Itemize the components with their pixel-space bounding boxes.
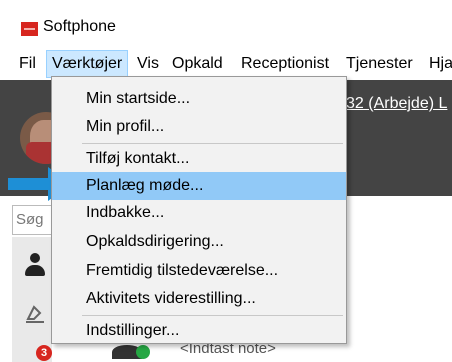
menu-vis[interactable]: Vis bbox=[132, 50, 164, 78]
menu-item-planlaeg-moede[interactable]: Planlæg møde... bbox=[52, 172, 346, 200]
menu-tjenester[interactable]: Tjenester bbox=[341, 50, 418, 78]
menu-separator bbox=[82, 315, 343, 316]
softphone-window: Softphone Fil Værktøjer Vis Opkald Recep… bbox=[0, 0, 452, 362]
menu-item-min-profil[interactable]: Min profil... bbox=[52, 113, 346, 141]
menu-item-label: Indstillinger... bbox=[86, 322, 180, 339]
menu-item-label: Fremtidig tilstedeværelse... bbox=[86, 262, 279, 279]
menu-bar: Fil Værktøjer Vis Opkald Receptionist Tj… bbox=[0, 50, 452, 78]
menu-vaerktoejer[interactable]: Værktøjer bbox=[46, 50, 129, 78]
menu-item-label: Indbakke... bbox=[86, 204, 165, 221]
person-icon[interactable] bbox=[24, 253, 46, 277]
menu-item-tilfoej-kontakt[interactable]: Tilføj kontakt... bbox=[52, 145, 346, 173]
search-placeholder: Søg bbox=[16, 211, 44, 228]
menu-item-label: Planlæg møde... bbox=[86, 177, 204, 194]
menu-item-label: Aktivitets viderestilling... bbox=[86, 290, 256, 307]
phone-number-link[interactable]: 32 (Arbejde) L bbox=[346, 95, 447, 113]
menu-item-indstillinger[interactable]: Indstillinger... bbox=[52, 317, 346, 345]
menu-separator bbox=[82, 143, 343, 144]
menu-item-label: Min profil... bbox=[86, 118, 165, 135]
menu-item-min-startside[interactable]: Min startside... bbox=[52, 85, 346, 113]
menu-item-label: Tilføj kontakt... bbox=[86, 150, 190, 167]
menu-item-opkaldsdirigering[interactable]: Opkaldsdirigering... bbox=[52, 228, 346, 256]
softphone-logo-icon bbox=[21, 22, 38, 36]
subscription-icon[interactable] bbox=[24, 303, 44, 323]
menu-item-fremtidig-tilstedevaerelse[interactable]: Fremtidig tilstedeværelse... bbox=[52, 257, 346, 285]
menu-item-indbakke[interactable]: Indbakke... bbox=[52, 199, 346, 227]
menu-item-label: Min startside... bbox=[86, 90, 191, 107]
menu-item-label: Opkaldsdirigering... bbox=[86, 233, 224, 250]
presence-indicator bbox=[136, 345, 150, 359]
window-title: Softphone bbox=[43, 18, 116, 35]
menu-receptionist[interactable]: Receptionist bbox=[236, 50, 334, 78]
tools-dropdown-menu: Min startside... Min profil... Tilføj ko… bbox=[51, 76, 347, 344]
menu-item-aktivitets-viderestilling[interactable]: Aktivitets viderestilling... bbox=[52, 285, 346, 313]
menu-fil[interactable]: Fil bbox=[14, 50, 41, 78]
menu-hjaelp[interactable]: Hja bbox=[424, 50, 452, 78]
notification-badge: 3 bbox=[36, 345, 52, 361]
menu-opkald[interactable]: Opkald bbox=[167, 50, 228, 78]
title-bar: Softphone bbox=[0, 0, 452, 44]
